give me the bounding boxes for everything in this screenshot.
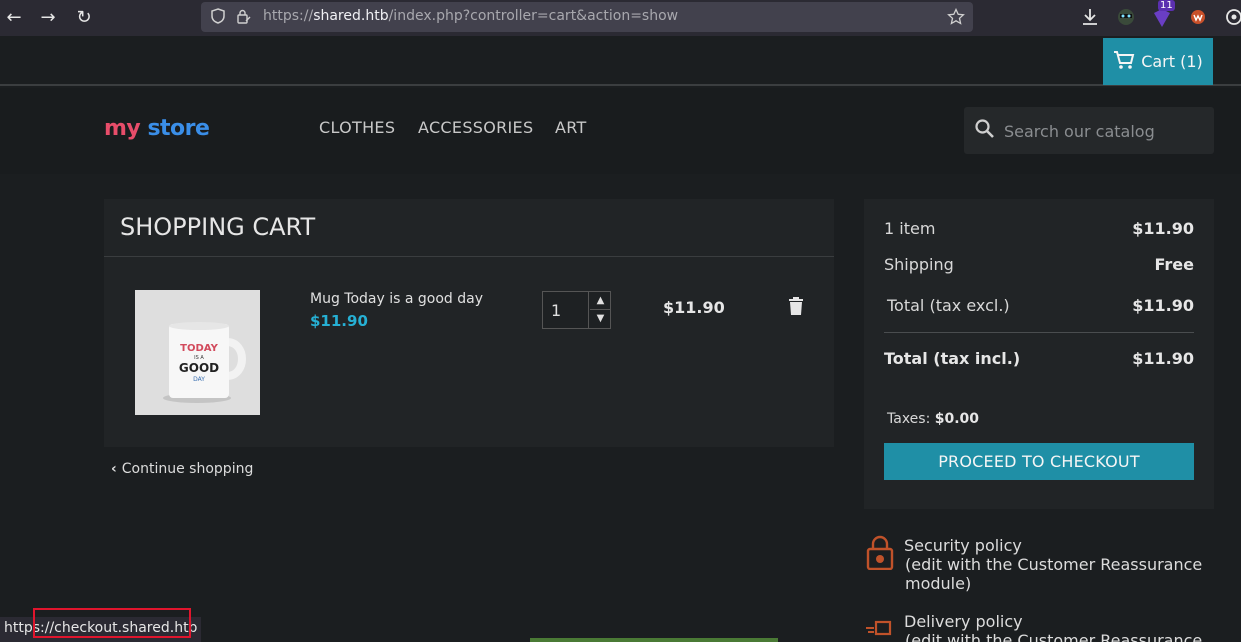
shield-extension-icon[interactable]: 11 — [1150, 0, 1175, 29]
search-input[interactable] — [1004, 119, 1204, 143]
browser-toolbar: ← → ↻ https://shared.htb/index.php?contr… — [0, 0, 1241, 36]
search-box — [964, 107, 1214, 154]
summary-shipping-label: Shipping — [884, 255, 954, 274]
status-highlight-box — [33, 608, 191, 638]
line-total: $11.90 — [663, 298, 725, 317]
summary-total-excl-label: Total (tax excl.) — [887, 296, 1010, 315]
mug-text-line-1: TODAY — [180, 343, 218, 354]
mug-text-line-4: DAY — [193, 376, 205, 383]
logo-part-2: store — [147, 116, 210, 141]
cart-button-label: Cart (1) — [1141, 52, 1203, 71]
continue-shopping-label: Continue shopping — [121, 461, 254, 477]
download-icon[interactable] — [1078, 5, 1102, 29]
summary-divider — [884, 332, 1194, 333]
chevron-up-icon[interactable]: ▲ — [590, 292, 611, 310]
reassurance-delivery-title: Delivery policy — [904, 612, 1023, 631]
menu-item-art[interactable]: ART — [555, 118, 587, 137]
product-unit-price: $11.90 — [310, 312, 368, 330]
wappalyzer-icon[interactable] — [1186, 5, 1210, 29]
divider — [104, 256, 834, 257]
back-icon[interactable]: ← — [2, 6, 26, 30]
chevron-left-icon: ‹ — [111, 461, 117, 477]
continue-shopping-link[interactable]: ‹ Continue shopping — [111, 461, 253, 477]
mug-text-line-3: GOOD — [179, 361, 219, 375]
settings-extension-icon[interactable] — [1222, 5, 1241, 29]
bookmark-star-icon[interactable] — [947, 7, 965, 26]
summary-total-excl-value: $11.90 — [1132, 296, 1194, 315]
shield-icon[interactable] — [209, 8, 227, 26]
summary-total-incl-label: Total (tax incl.) — [884, 349, 1021, 368]
site-header: my store CLOTHES ACCESSORIES ART — [0, 88, 1241, 174]
url-scheme: https:// — [263, 8, 314, 24]
quantity-stepper: ▲ ▼ — [542, 291, 611, 329]
extension-badge: 11 — [1158, 0, 1175, 11]
summary-items-value: $11.90 — [1132, 219, 1194, 238]
url-path: /index.php?controller=cart&action=show — [388, 8, 679, 24]
summary-shipping-value: Free — [1154, 255, 1195, 274]
menu-item-accessories[interactable]: ACCESSORIES — [418, 118, 533, 137]
menu-item-clothes[interactable]: CLOTHES — [319, 118, 395, 137]
proceed-to-checkout-button[interactable]: PROCEED TO CHECKOUT — [884, 443, 1194, 480]
url-host: shared.htb — [313, 8, 389, 24]
reassurance-delivery: Delivery policy (edit with the Customer … — [864, 612, 1204, 642]
product-image[interactable]: TODAY IS A GOOD DAY — [135, 290, 260, 415]
delivery-truck-icon — [864, 610, 896, 642]
trash-icon[interactable] — [788, 297, 804, 315]
reassurance-security: Security policy (edit with the Customer … — [864, 534, 1204, 593]
lock-icon[interactable] — [234, 8, 252, 26]
search-icon[interactable] — [974, 118, 996, 140]
cart-title: SHOPPING CART — [120, 213, 316, 241]
cart-icon — [1113, 50, 1135, 74]
hacker-extension-icon[interactable] — [1114, 5, 1138, 29]
chevron-down-icon[interactable]: ▼ — [590, 310, 611, 328]
taxes-value: $0.00 — [934, 411, 980, 427]
cart-summary: 1 item $11.90 Shipping Free Total (tax e… — [864, 199, 1214, 509]
cart-panel: SHOPPING CART TODAY IS A GOOD DAY Mug To… — [104, 199, 834, 447]
lock-icon — [864, 534, 896, 571]
forward-icon[interactable]: → — [36, 6, 60, 30]
summary-items-label: 1 item — [884, 219, 936, 238]
cart-button[interactable]: Cart (1) — [1103, 38, 1213, 85]
summary-total-incl-value: $11.90 — [1132, 349, 1194, 368]
reassurance-delivery-sub: (edit with the Customer Reassurance — [905, 631, 1203, 642]
summary-taxes: Taxes: $0.00 — [887, 411, 979, 427]
reassurance-security-sub: (edit with the Customer Reassurance modu… — [905, 555, 1203, 593]
logo-part-1: my — [104, 116, 141, 141]
taxes-label: Taxes: — [887, 411, 931, 427]
quantity-input[interactable] — [543, 292, 589, 328]
footer-banner-edge — [530, 638, 778, 642]
reassurance-security-title: Security policy — [904, 536, 1022, 555]
reload-icon[interactable]: ↻ — [72, 6, 96, 30]
url-text[interactable]: https://shared.htb/index.php?controller=… — [263, 8, 678, 24]
store-logo[interactable]: my store — [104, 116, 210, 141]
address-bar[interactable]: https://shared.htb/index.php?controller=… — [201, 2, 973, 32]
top-banner: Cart (1) — [0, 36, 1241, 86]
product-name-link[interactable]: Mug Today is a good day — [310, 291, 483, 307]
